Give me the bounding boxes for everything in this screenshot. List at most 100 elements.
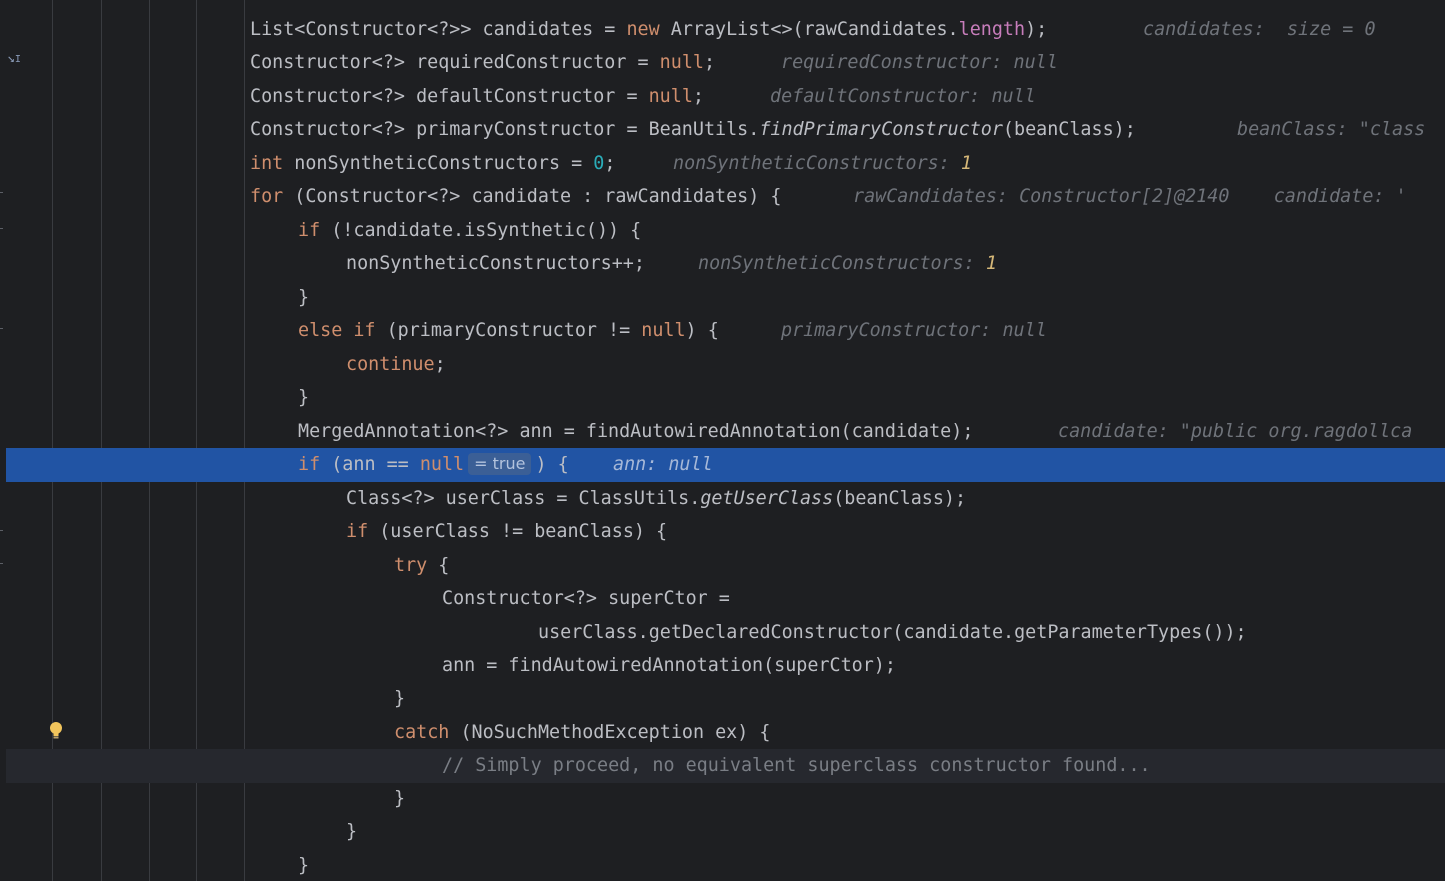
code-token: if [346, 521, 369, 542]
code-editor[interactable]: ↘I List<Constructor<?>> candidates = new… [0, 0, 1445, 881]
code-comment: // Simply proceed, no equivalent supercl… [442, 755, 1151, 776]
code-line[interactable]: if (userClass != beanClass) { [0, 515, 1445, 549]
code-line[interactable]: Constructor<?> requiredConstructor = nul… [0, 46, 1445, 80]
hint-text: candidate: "public org.ragdollca [1058, 421, 1413, 442]
code-text: for (Constructor<?> candidate : rawCandi… [250, 180, 781, 214]
code-line[interactable]: } [0, 849, 1445, 881]
code-line[interactable]: if (!candidate.isSynthetic()) { [0, 214, 1445, 248]
code-line[interactable]: for (Constructor<?> candidate : rawCandi… [0, 180, 1445, 214]
code-line[interactable]: catch (NoSuchMethodException ex) { [0, 716, 1445, 750]
code-token: null [641, 320, 686, 341]
code-token: null [659, 52, 704, 73]
code-token: ) { [535, 454, 569, 475]
debug-inline-value-hint: candidates: size = 0 [1143, 13, 1376, 47]
code-token: nonSyntheticConstructors++; [346, 253, 645, 274]
code-token: ); [1025, 19, 1048, 40]
code-token: catch [394, 722, 450, 743]
code-line[interactable]: nonSyntheticConstructors++; nonSyntheticC… [0, 247, 1445, 281]
code-token: userClass.getDeclaredConstructor(candida… [538, 622, 1247, 643]
code-token: nonSyntheticConstructors = [283, 153, 594, 174]
code-text: // Simply proceed, no equivalent supercl… [442, 749, 1151, 783]
debug-inline-value-hint: nonSyntheticConstructors: 1 [673, 147, 972, 181]
code-token: ann = findAutowiredAnnotation(superCtor)… [442, 655, 896, 676]
code-token: null [648, 86, 693, 107]
code-token: Constructor<?> superCtor = [442, 588, 730, 609]
code-text: } [346, 815, 357, 849]
code-line[interactable]: MergedAnnotation<?> ann = findAutowiredA… [0, 415, 1445, 449]
code-text: } [298, 849, 309, 881]
code-text: int nonSyntheticConstructors = 0; [250, 147, 615, 181]
code-line[interactable]: int nonSyntheticConstructors = 0; nonSynt… [0, 147, 1445, 181]
code-line[interactable]: else if (primaryConstructor != null) { pr… [0, 314, 1445, 348]
code-text: nonSyntheticConstructors++; [346, 247, 645, 281]
code-token: continue [346, 354, 435, 375]
code-text: List<Constructor<?>> candidates = new Ar… [250, 13, 1047, 47]
code-line[interactable]: // Simply proceed, no equivalent supercl… [6, 749, 1445, 783]
code-text: Constructor<?> superCtor = [442, 582, 730, 616]
hint-text: rawCandidates: Constructor[2]@2140 candi… [853, 186, 1407, 207]
debug-inline-value-hint: requiredConstructor: null [781, 46, 1058, 80]
code-text: } [298, 381, 309, 415]
code-token: new [626, 19, 660, 40]
code-token: (!candidate.isSynthetic()) { [320, 220, 642, 241]
code-token: length [958, 19, 1026, 40]
code-token: Constructor<?> requiredConstructor = [250, 52, 660, 73]
code-text: if (userClass != beanClass) { [346, 515, 667, 549]
code-token: (userClass != beanClass) { [368, 521, 668, 542]
code-text: if (ann == null = true) { [298, 448, 569, 482]
code-token: } [394, 688, 406, 709]
code-text: Class<?> userClass = ClassUtils.getUserC… [346, 482, 966, 516]
code-line[interactable]: } [0, 682, 1445, 716]
code-text: catch (NoSuchMethodException ex) { [394, 716, 770, 750]
code-token: List<Constructor<?>> candidates = [250, 19, 627, 40]
code-line[interactable]: } [0, 281, 1445, 315]
code-token: ; [703, 52, 716, 73]
code-line[interactable]: } [0, 782, 1445, 816]
code-line[interactable]: Constructor<?> defaultConstructor = null… [0, 80, 1445, 114]
code-token: for [250, 186, 284, 207]
code-token: (NoSuchMethodException ex) { [449, 722, 771, 743]
code-token: null [419, 454, 465, 475]
code-line[interactable]: userClass.getDeclaredConstructor(candida… [0, 616, 1445, 650]
code-line[interactable]: try { [0, 549, 1445, 583]
debug-inline-value-hint: primaryConstructor: null [781, 314, 1047, 348]
code-token: else if [298, 320, 376, 341]
hint-value: 1 [985, 253, 997, 274]
code-text: userClass.getDeclaredConstructor(candida… [538, 616, 1247, 650]
code-line[interactable]: List<Constructor<?>> candidates = new Ar… [0, 13, 1445, 47]
code-text: try { [394, 549, 449, 583]
code-line[interactable]: Constructor<?> primaryConstructor = Bean… [0, 113, 1445, 147]
code-token: 0 [593, 153, 605, 174]
code-token: } [298, 287, 310, 308]
code-token: (primaryConstructor != [375, 320, 642, 341]
code-token: ; [692, 86, 704, 107]
code-token: int [250, 153, 284, 174]
code-token: try [394, 555, 428, 576]
code-token: (beanClass); [833, 488, 967, 509]
code-line[interactable]: Class<?> userClass = ClassUtils.getUserC… [0, 482, 1445, 516]
hint-text: requiredConstructor: null [781, 52, 1058, 73]
debug-inline-value-hint: ann: null [613, 448, 713, 482]
code-token: if [298, 220, 321, 241]
code-line[interactable]: } [0, 381, 1445, 415]
code-text: ann = findAutowiredAnnotation(superCtor)… [442, 649, 896, 683]
code-token: ; [434, 354, 446, 375]
code-text: } [394, 682, 405, 716]
execution-point-line[interactable]: if (ann == null = true) { ann: null [6, 448, 1445, 482]
code-token: Constructor<?> defaultConstructor = [250, 86, 649, 107]
code-text: Constructor<?> defaultConstructor = null… [250, 80, 704, 114]
hint-text: candidates: size = 0 [1143, 19, 1376, 40]
code-token: (Constructor<?> candidate : rawCandidate… [283, 186, 782, 207]
code-line[interactable]: Constructor<?> superCtor = [0, 582, 1445, 616]
code-line[interactable]: } [0, 815, 1445, 849]
code-text: } [298, 281, 309, 315]
code-token: } [298, 855, 310, 876]
code-token: } [298, 387, 310, 408]
code-token: ; [604, 153, 616, 174]
code-token: MergedAnnotation<?> ann = findAutowiredA… [298, 421, 974, 442]
code-line[interactable]: continue; [0, 348, 1445, 382]
code-line[interactable]: ann = findAutowiredAnnotation(superCtor)… [0, 649, 1445, 683]
hint-text: nonSyntheticConstructors: [673, 153, 961, 174]
debug-inline-value-hint: nonSyntheticConstructors: 1 [698, 247, 997, 281]
code-text: else if (primaryConstructor != null) { [298, 314, 719, 348]
